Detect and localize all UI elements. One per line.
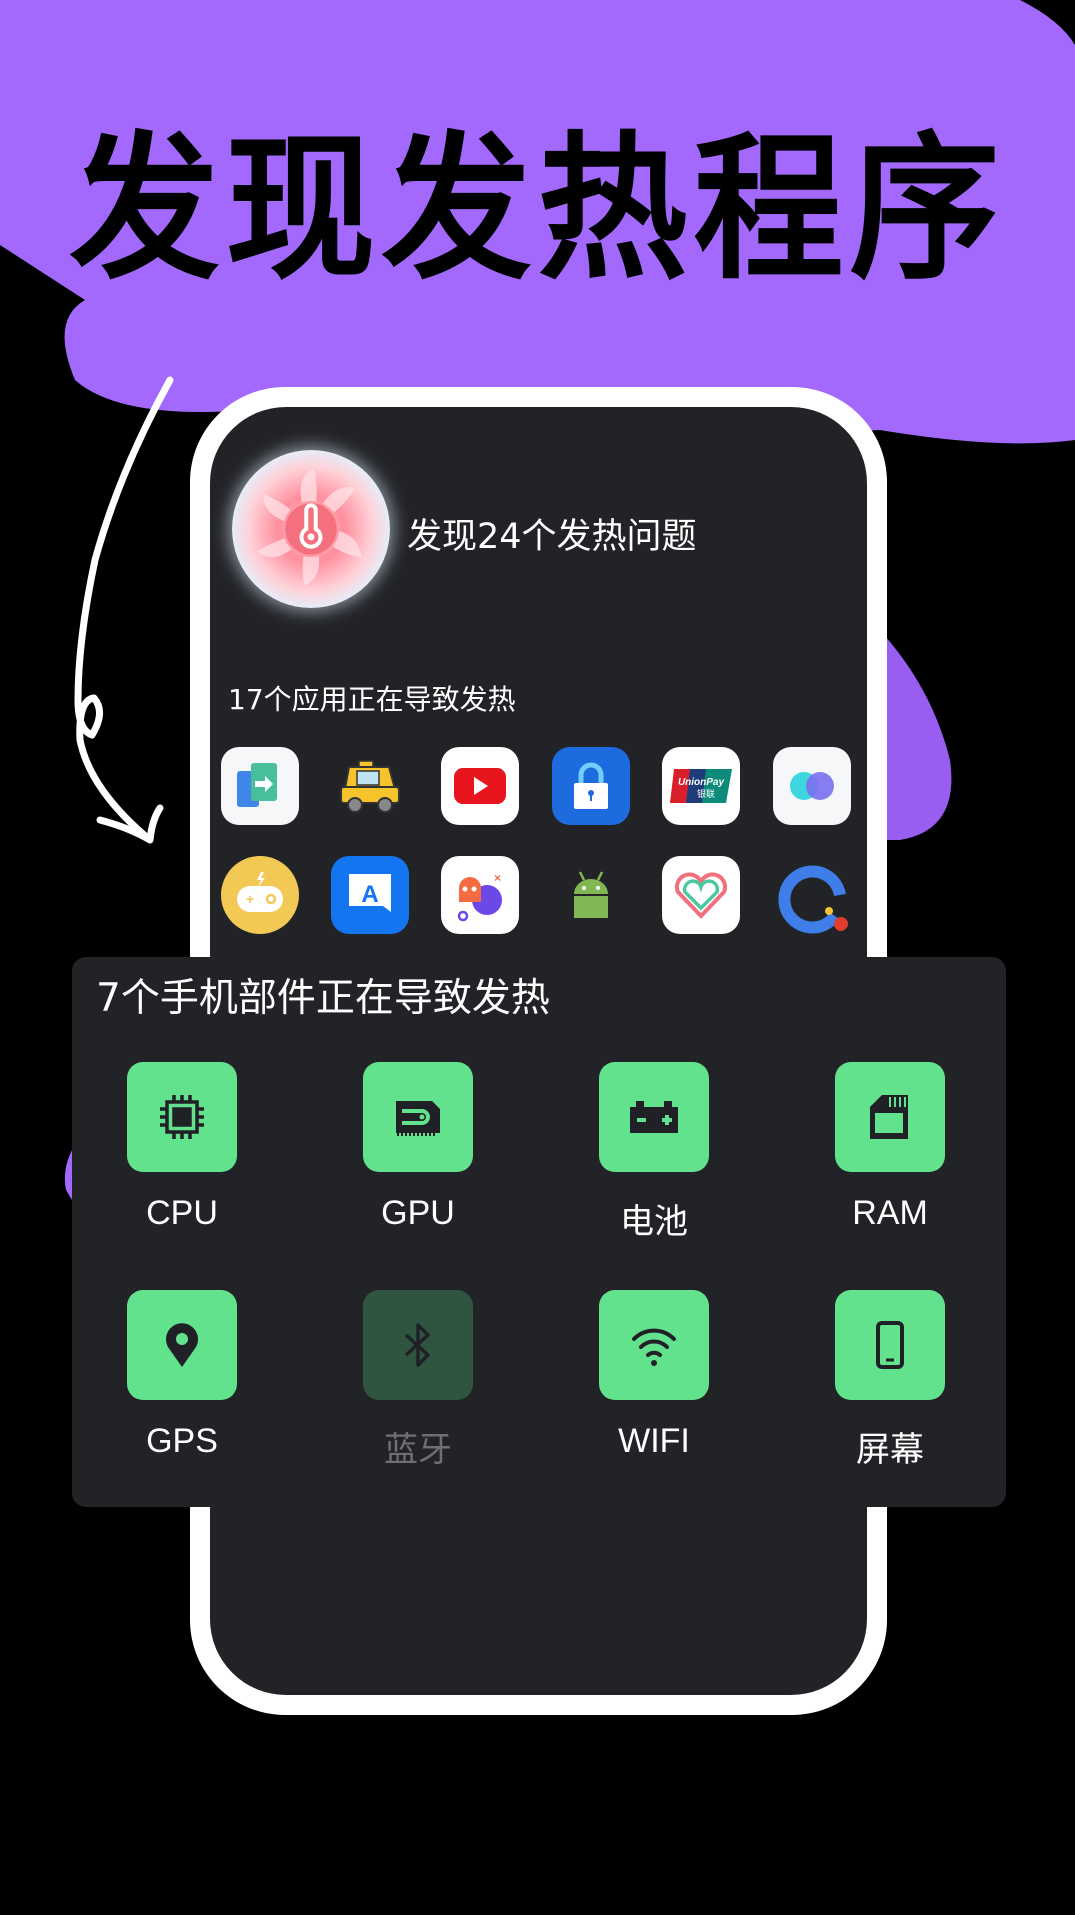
gpu-card-icon <box>363 1062 473 1172</box>
app-translate-a-icon[interactable]: A <box>331 856 409 934</box>
component-label: RAM <box>852 1194 928 1232</box>
svg-text:+: + <box>246 891 254 907</box>
components-section-title: 7个手机部件正在导致发热 <box>96 976 550 1021</box>
component-label: GPU <box>381 1194 455 1232</box>
component-gpu[interactable]: GPU <box>343 1062 493 1233</box>
component-cpu[interactable]: CPU <box>107 1062 257 1233</box>
app-game-controller-icon[interactable]: + <box>221 856 299 934</box>
headline: 发现发热程序 <box>69 118 1006 302</box>
heat-issues-title: 发现24个发热问题 <box>407 517 697 557</box>
component-label: 屏幕 <box>856 1431 924 1469</box>
component-ram[interactable]: RAM <box>815 1062 965 1233</box>
component-battery[interactable]: 电池 <box>579 1062 729 1243</box>
battery-icon <box>599 1062 709 1172</box>
component-label: GPS <box>146 1422 218 1460</box>
app-heart-health-icon[interactable] <box>662 856 740 934</box>
phone-screen-icon <box>835 1290 945 1400</box>
app-phone-clone-icon[interactable] <box>221 747 299 825</box>
app-lock-icon[interactable] <box>552 747 630 825</box>
fan-thermometer-icon <box>232 450 390 608</box>
wifi-icon <box>599 1290 709 1400</box>
component-bluetooth[interactable]: 蓝牙 <box>343 1290 493 1471</box>
hand-drawn-arrow <box>74 376 174 844</box>
app-taxi-icon[interactable] <box>331 747 409 825</box>
component-label: 蓝牙 <box>384 1431 452 1469</box>
app-game-characters-icon[interactable]: × <box>441 856 519 934</box>
cpu-chip-icon <box>127 1062 237 1172</box>
component-wifi[interactable]: WIFI <box>579 1290 729 1461</box>
purple-blob-left <box>64 1150 72 1200</box>
component-label: CPU <box>146 1194 218 1232</box>
component-gps[interactable]: GPS <box>107 1290 257 1461</box>
bluetooth-icon <box>363 1290 473 1400</box>
app-android-icon[interactable] <box>552 856 630 934</box>
component-screen[interactable]: 屏幕 <box>815 1290 965 1471</box>
svg-text:银联: 银联 <box>697 788 715 800</box>
memory-card-icon <box>835 1062 945 1172</box>
location-pin-icon <box>127 1290 237 1400</box>
component-label: WIFI <box>618 1422 690 1460</box>
component-label: 电池 <box>620 1203 688 1241</box>
app-unionpay-icon[interactable]: UnionPay 银联 <box>662 747 740 825</box>
app-overlapping-circles-icon[interactable] <box>773 747 851 825</box>
svg-text:UnionPay: UnionPay <box>678 777 725 788</box>
components-panel: 7个手机部件正在导致发热 CPU GPU 电池 RAM GPS 蓝牙 WIFI … <box>72 957 1006 1507</box>
apps-section-title: 17个应用正在导致发热 <box>228 683 516 716</box>
svg-text:×: × <box>494 871 501 885</box>
app-assistant-icon[interactable] <box>773 856 851 934</box>
app-youtube-icon[interactable] <box>441 747 519 825</box>
svg-text:A: A <box>361 881 378 908</box>
